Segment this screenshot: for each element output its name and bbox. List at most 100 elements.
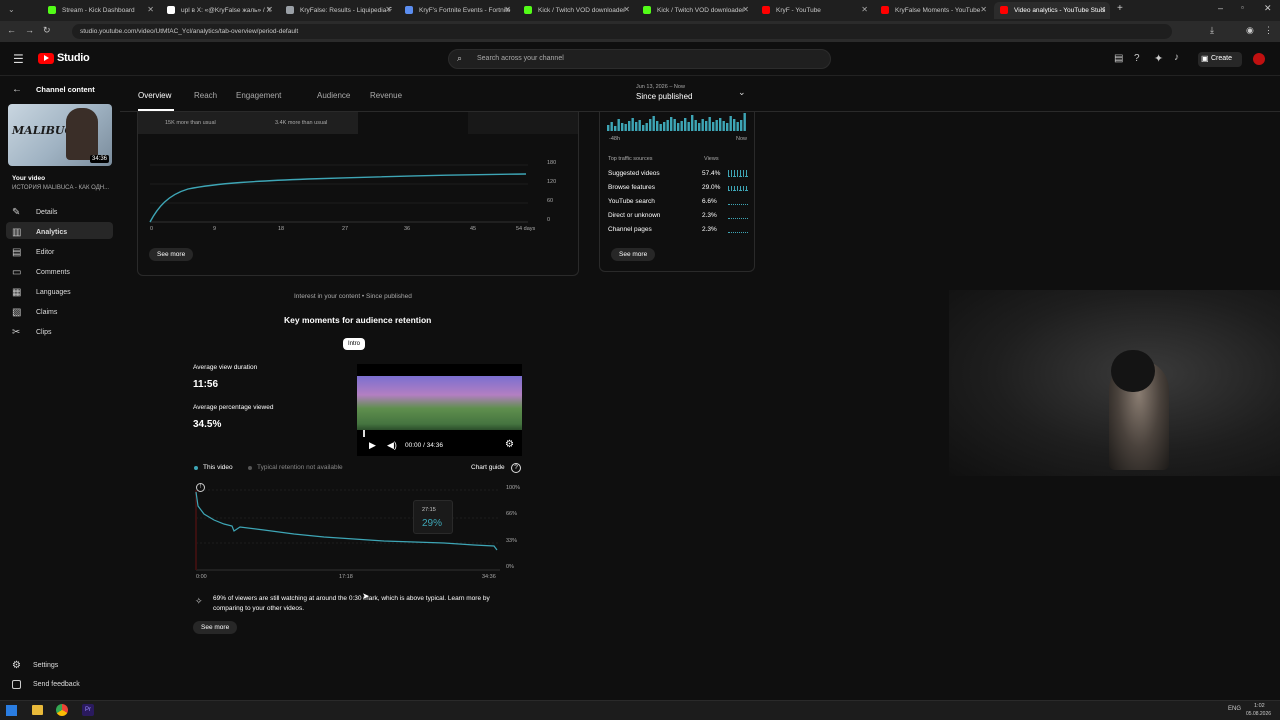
apv-label: Average percentage viewed — [193, 404, 274, 411]
tab-title: Video analytics - YouTube Studi — [1014, 7, 1106, 14]
browser-tab[interactable]: Kick / Twitch VOD downloader ✕ — [637, 2, 753, 19]
minimize-icon[interactable]: – — [1218, 3, 1223, 13]
hamburger-menu-icon[interactable]: ☰ — [13, 52, 24, 66]
info-icon[interactable]: ! — [196, 483, 205, 492]
metric-card-revenue[interactable] — [468, 112, 578, 134]
browser-tab[interactable]: upl в X: «@KryFalse жаль» / X ✕ — [161, 2, 277, 19]
clock-time[interactable]: 1:02 — [1254, 703, 1265, 709]
file-explorer-icon[interactable] — [32, 705, 43, 715]
video-player[interactable]: ▶ ◀) 00:00 / 34:36 ⚙ — [357, 364, 522, 456]
tab-reach[interactable]: Reach — [194, 91, 217, 100]
close-tab-icon[interactable]: ✕ — [1099, 5, 1106, 14]
sidebar-item-details[interactable]: ✎ Details — [12, 207, 57, 218]
tab-favicon-icon — [1000, 6, 1008, 14]
tab-search-icon[interactable]: ⌄ — [8, 5, 15, 14]
browser-tab[interactable]: Kick / Twitch VOD downloader ✕ — [518, 2, 634, 19]
sidebar-item-claims[interactable]: ▧ Claims — [12, 307, 57, 318]
realtime-bar — [736, 122, 739, 131]
messages-icon[interactable]: ▤ — [1114, 53, 1123, 64]
browser-tab[interactable]: Stream - Kick Dashboard ✕ — [42, 2, 158, 19]
browser-tab[interactable]: KryF's Fortnite Events - Fortnite ✕ — [399, 2, 515, 19]
close-tab-icon[interactable]: ✕ — [147, 5, 154, 14]
metric-card-watch-time[interactable]: 3.4K more than usual — [248, 112, 358, 134]
sidebar-item-analytics[interactable]: ▥ Analytics — [12, 227, 67, 238]
profile-icon[interactable]: ◉ — [1246, 25, 1254, 36]
maximize-icon[interactable]: ▫ — [1241, 3, 1244, 12]
realtime-bar — [663, 122, 666, 131]
tab-audience[interactable]: Audience — [317, 91, 350, 100]
chrome-icon[interactable] — [56, 704, 68, 716]
traffic-sparkline — [728, 217, 748, 219]
feedback-label: Send feedback — [33, 681, 80, 688]
browser-tab[interactable]: KryF - YouTube ✕ — [756, 2, 872, 19]
channel-content-link[interactable]: Channel content — [36, 85, 95, 94]
send-feedback-link[interactable]: Send feedback — [12, 680, 80, 689]
browser-tab[interactable]: Video analytics - YouTube Studi ✕ — [994, 2, 1110, 19]
browser-tab[interactable]: KryFalse Moments - YouTube ✕ — [875, 2, 991, 19]
close-window-icon[interactable]: ✕ — [1264, 3, 1272, 14]
menu-dots-icon[interactable]: ⋮ — [1264, 25, 1273, 36]
sparkle-icon[interactable]: ✦ — [1154, 52, 1163, 65]
video-title: ИСТОРИЯ MALIBUCA - КАК ОДН... — [12, 185, 110, 191]
tab-engagement[interactable]: Engagement — [236, 91, 281, 100]
editor-icon: ▤ — [12, 247, 22, 258]
account-avatar[interactable] — [1253, 53, 1265, 65]
help-icon[interactable]: ? — [1134, 53, 1140, 64]
period-selector[interactable]: Jun 13, 2026 – Now Since published ⌄ — [636, 84, 751, 106]
retention-title: Key moments for audience retention — [284, 315, 432, 325]
close-tab-icon[interactable]: ✕ — [504, 5, 511, 14]
traffic-sparkline — [728, 170, 748, 177]
retention-see-more-button[interactable]: See more — [193, 621, 238, 634]
chart-guide-help-icon[interactable]: ? — [511, 463, 521, 473]
reload-icon[interactable]: ↻ — [43, 25, 51, 36]
realtime-see-more-button[interactable]: See more — [611, 248, 656, 261]
video-thumbnail[interactable]: MALIBUCA 34:36 — [8, 104, 112, 166]
tab-overview[interactable]: Overview — [138, 91, 171, 100]
tab-favicon-icon — [643, 6, 651, 14]
realtime-bar — [649, 119, 652, 131]
tab-favicon-icon — [881, 6, 889, 14]
close-tab-icon[interactable]: ✕ — [742, 5, 749, 14]
settings-link[interactable]: ⚙ Settings — [12, 660, 58, 671]
chart-guide-link[interactable]: Chart guide — [471, 464, 505, 471]
youtube-logo-icon[interactable] — [38, 53, 54, 64]
close-tab-icon[interactable]: ✕ — [861, 5, 868, 14]
clips-icon: ✂ — [12, 327, 21, 338]
download-icon[interactable]: ⤓ — [1210, 25, 1214, 36]
sidebar-item-clips[interactable]: ✂ Clips — [12, 327, 52, 338]
scrubber-handle[interactable] — [363, 430, 365, 437]
player-settings-icon[interactable]: ⚙ — [505, 439, 514, 450]
back-icon[interactable]: ← — [7, 25, 16, 35]
url-field[interactable]: studio.youtube.com/video/UtMfAC_Ycl/anal… — [72, 24, 1172, 39]
legend-dot-this — [194, 466, 198, 470]
realtime-bar — [733, 119, 736, 131]
close-tab-icon[interactable]: ✕ — [623, 5, 630, 14]
metric-card-views[interactable]: 15K more than usual — [138, 112, 248, 134]
channel-search-input[interactable]: Search across your channel — [448, 49, 831, 69]
premiere-icon[interactable]: Pr — [82, 704, 94, 716]
traffic-source-name: Direct or unknown — [608, 212, 661, 219]
forward-icon[interactable]: → — [25, 25, 34, 35]
notifications-bell-icon[interactable]: ♪ — [1174, 52, 1179, 63]
sidebar-item-editor[interactable]: ▤ Editor — [12, 247, 54, 258]
new-tab-icon[interactable]: + — [1117, 3, 1123, 14]
close-tab-icon[interactable]: ✕ — [385, 5, 392, 14]
views-see-more-button[interactable]: See more — [149, 248, 194, 261]
close-tab-icon[interactable]: ✕ — [266, 5, 273, 14]
volume-icon[interactable]: ◀) — [387, 440, 397, 451]
close-tab-icon[interactable]: ✕ — [980, 5, 987, 14]
tooltip-value: 29% — [422, 518, 443, 529]
views-x-tick: 45 — [470, 226, 477, 232]
browser-tab[interactable]: KryFalse: Results - Liquipedia F ✕ — [280, 2, 396, 19]
windows-start-icon[interactable] — [6, 705, 17, 716]
clock-date[interactable]: 05.08.2026 — [1246, 711, 1271, 717]
realtime-bar — [607, 125, 610, 131]
back-arrow-icon[interactable]: ← — [12, 84, 22, 95]
tab-revenue[interactable]: Revenue — [370, 91, 402, 100]
studio-logo-text[interactable]: Studio — [57, 52, 90, 64]
language-indicator[interactable]: ENG — [1228, 706, 1241, 712]
sidebar-item-languages[interactable]: ▦ Languages — [12, 287, 71, 298]
sidebar-item-comments[interactable]: ▭ Comments — [12, 267, 70, 278]
play-icon[interactable]: ▶ — [369, 440, 376, 451]
intro-chip[interactable]: Intro — [343, 338, 366, 350]
